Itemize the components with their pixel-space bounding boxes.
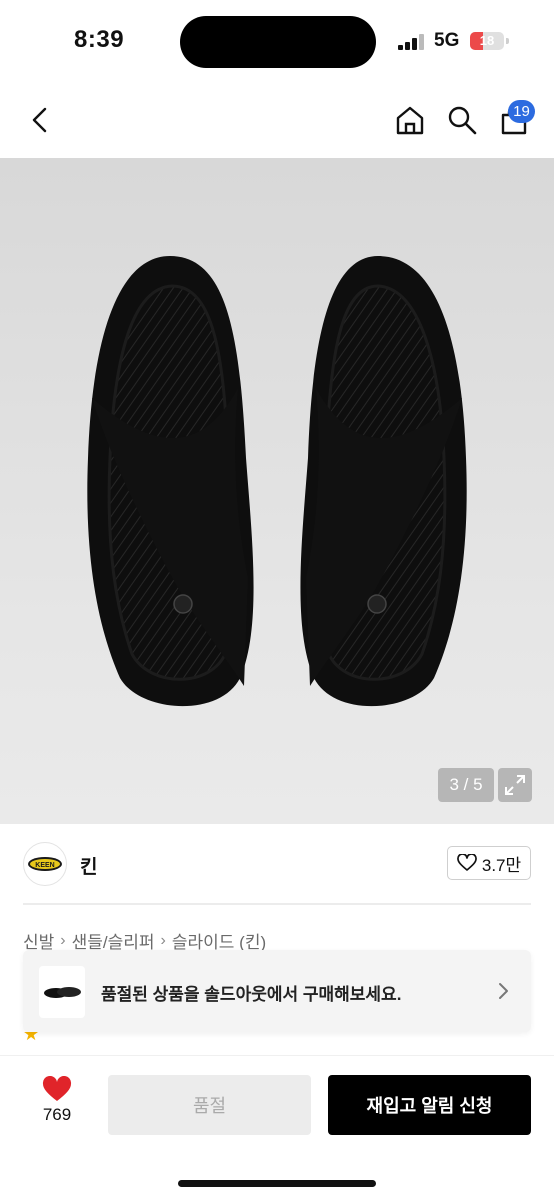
dynamic-island [180,16,376,68]
divider [23,903,531,905]
home-indicator [178,1180,376,1187]
expand-image-button[interactable] [498,768,532,802]
network-label: 5G [434,30,460,51]
favorite-button[interactable]: 769 [30,1076,84,1136]
heart-filled-icon [42,1076,72,1101]
chevron-right-icon: › [160,931,166,949]
product-image[interactable] [0,158,554,824]
sandal-illustration [87,256,467,707]
restock-alert-button[interactable]: 재입고 알림 신청 [328,1075,531,1135]
right-sandal [300,256,467,707]
top-nav [0,80,554,158]
battery-level: 18 [479,33,495,48]
favorite-count: 769 [42,1105,72,1124]
soldout-banner-text: 품절된 상품을 솔드아웃에서 구매해보세요. [101,985,402,1004]
keen-logo-text: KEEN [35,862,54,869]
keen-logo-icon: KEEN [28,857,62,871]
search-icon [448,106,477,135]
soldout-button[interactable]: 품절 [108,1075,311,1135]
signal-icon [398,34,424,50]
brand-logo[interactable]: KEEN [23,842,67,886]
home-icon [396,106,424,135]
chevron-right-icon: › [60,931,66,949]
brand-row: KEEN 킨 3.7만 [0,826,554,904]
battery-icon: 18 [470,32,504,50]
banner-thumbnail [39,966,85,1018]
home-button[interactable] [390,100,430,140]
back-button[interactable] [22,100,58,140]
heart-outline-icon [457,854,477,871]
expand-icon [505,775,525,795]
chevron-right-icon [499,983,508,999]
soldout-banner[interactable]: 품절된 상품을 솔드아웃에서 구매해보세요. [23,950,531,1032]
brand-name[interactable]: 킨 [80,852,97,879]
clock: 8:39 [74,26,125,53]
chevron-left-icon [32,107,47,133]
search-button[interactable] [442,100,482,140]
image-counter: 3 / 5 [438,768,494,802]
battery-cap [506,38,509,44]
status-bar: 8:39 5G 18 [0,0,554,80]
sandal-thumbnail-icon [44,987,81,998]
bottom-action-bar: 769 품절 재입고 알림 신청 [0,1055,554,1200]
cart-count-badge: 19 [508,100,535,123]
brand-like-button[interactable]: 3.7만 [447,846,531,880]
brand-like-count: 3.7만 [481,855,522,875]
left-sandal [87,256,254,707]
